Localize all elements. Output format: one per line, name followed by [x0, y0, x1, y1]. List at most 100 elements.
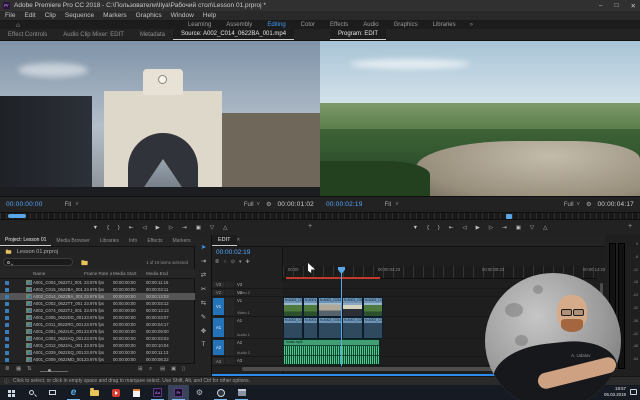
table-row[interactable]: A001_C012_0622AL_00123.976 fps00:00:00:0… [0, 342, 195, 349]
column-frame-rate[interactable]: Frame Rate ∧ [84, 271, 113, 277]
video-clip[interactable]: fx A002_C074 [363, 297, 383, 317]
source-patch-v2[interactable]: V2 [213, 290, 224, 295]
audio-clip[interactable]: fx A002_C014 [318, 317, 342, 339]
maximize-button[interactable]: □ [615, 2, 619, 9]
track-lock-icon[interactable] [225, 290, 234, 295]
source-button-editor-icon[interactable]: + [308, 223, 312, 230]
taskbar-edge-button[interactable]: e [63, 385, 84, 400]
step-back-button[interactable]: ◁ [142, 225, 146, 231]
audio-clip[interactable]: fx A001_C002 [342, 317, 363, 339]
table-row[interactable]: A001_C006_0622DG_00123.976 fps00:00:00:0… [0, 314, 195, 321]
workspace-overflow-icon[interactable]: » [470, 22, 473, 28]
source-patch-a2[interactable]: A2 [213, 340, 224, 355]
source-patch-a3[interactable]: A3 [213, 358, 224, 364]
program-button-editor-icon[interactable]: + [628, 223, 632, 230]
table-row[interactable]: A001_C002_0622TT_00123.976 fps00:00:00:0… [0, 300, 195, 307]
menu-graphics[interactable]: Graphics [136, 12, 162, 19]
workspace-tab-graphics[interactable]: Graphics [394, 22, 418, 28]
automate-to-sequence-icon[interactable]: ⊞ [138, 366, 143, 372]
new-item-icon[interactable]: ▣ [171, 366, 176, 372]
table-row[interactable]: A001_C009_0622MD_00123.976 fps00:00:00:0… [0, 356, 195, 363]
playhead-line[interactable] [341, 273, 342, 366]
table-row[interactable]: A001_C004_0622TJ_00123.976 fps00:00:00:0… [0, 279, 195, 286]
step-forward-button[interactable]: ▷ [489, 225, 493, 231]
table-row[interactable]: A002_C015_0622BA_00123.976 fps00:00:00:0… [0, 286, 195, 293]
column-media-end[interactable]: Media End [146, 271, 168, 276]
export-frame-button[interactable]: ▣ [516, 225, 521, 231]
project-breadcrumb[interactable]: Lesson 01.prproj [4, 249, 58, 255]
menu-markers[interactable]: Markers [103, 12, 126, 19]
taskbar-file-explorer-button[interactable] [84, 385, 105, 400]
add-marker-button[interactable]: ▼ [93, 225, 98, 231]
timeline-tab[interactable]: EDIT [212, 235, 237, 246]
timeline-plus-icon[interactable]: ✚ [246, 259, 250, 265]
source-resolution-select[interactable]: Full [244, 202, 254, 208]
track-lock-icon[interactable] [225, 318, 234, 337]
table-row[interactable]: A002_C074_0622TJ_00123.976 fps00:00:00:0… [0, 307, 195, 314]
panel-tab[interactable]: Effect Controls [0, 29, 55, 40]
razor-tool[interactable]: ✂ [195, 282, 212, 295]
program-zoom-select[interactable]: Fit [385, 202, 392, 208]
program-video[interactable] [320, 41, 640, 196]
track-toggle-v3[interactable]: V3 [237, 282, 242, 287]
minimize-button[interactable]: – [599, 2, 603, 9]
add-marker-icon[interactable]: ▾ [239, 259, 242, 265]
workspace-tab-libraries[interactable]: Libraries [433, 22, 456, 28]
taskbar-obs-button[interactable] [210, 385, 231, 400]
source-scrubber[interactable] [0, 212, 320, 219]
source-patch-v1[interactable]: V1 [213, 298, 224, 315]
linked-selection-icon[interactable]: ⊙ [231, 259, 235, 265]
program-scrubber[interactable] [320, 212, 640, 219]
taskbar-search-button[interactable] [21, 385, 42, 400]
menu-clip[interactable]: Clip [45, 12, 56, 19]
taskbar-notes-app-button[interactable] [126, 385, 147, 400]
source-settings-icon[interactable]: ⚙ [266, 201, 271, 208]
menu-window[interactable]: Window [171, 12, 194, 19]
menu-sequence[interactable]: Sequence [65, 12, 94, 19]
track-header-v3[interactable]: V3V3 [212, 281, 283, 289]
taskbar-mail-app-button[interactable] [231, 385, 252, 400]
home-icon[interactable]: ⌂ [16, 22, 20, 29]
menu-file[interactable]: File [5, 12, 15, 19]
pen-tool[interactable]: ✎ [195, 310, 212, 323]
type-tool[interactable]: T [195, 338, 212, 351]
mark-out-button[interactable]: } [118, 225, 120, 231]
track-header-v1[interactable]: V1V1Video 1 [212, 297, 283, 317]
go-to-in-button[interactable]: ⇤ [129, 225, 134, 231]
source-playhead[interactable] [8, 214, 26, 218]
video-clip[interactable]: fx A001_C002 [342, 297, 363, 317]
taskbar-audition-button[interactable]: Au [147, 385, 168, 400]
audio-clip[interactable]: fx A002_C015 [283, 317, 303, 339]
search-bin-icon[interactable] [80, 260, 88, 266]
snap-icon[interactable]: ∩ [223, 259, 227, 265]
selection-tool[interactable]: ➤ [195, 240, 212, 253]
add-marker-button[interactable]: ▼ [413, 225, 418, 231]
table-row[interactable]: A001_C029_0622SQ_00123.976 fps00:00:00:0… [0, 349, 195, 356]
overwrite-button[interactable]: △ [223, 225, 227, 231]
mark-in-button[interactable]: { [107, 225, 109, 231]
action-center-icon[interactable] [630, 389, 637, 395]
column-media-start[interactable]: Media Start [113, 271, 137, 276]
timeline-settings-icon[interactable]: ≣ [215, 259, 219, 265]
source-zoom-select[interactable]: Fit [65, 202, 72, 208]
video-clip[interactable]: fx A002_C014 [318, 297, 342, 317]
sort-items-icon[interactable]: ⇅ [27, 366, 32, 372]
overwrite-button[interactable]: △ [543, 225, 547, 231]
panel-tab[interactable]: Metadata [132, 29, 173, 40]
video-clip[interactable]: fx A002_C015 [283, 297, 303, 317]
insert-button[interactable]: ▽ [210, 225, 214, 231]
track-header-v2[interactable]: V2V2Video 2 [212, 289, 283, 297]
taskbar-start-button[interactable] [0, 385, 21, 400]
track-lock-icon[interactable] [225, 298, 234, 315]
column-name[interactable]: Name [33, 271, 45, 276]
program-settings-icon[interactable]: ⚙ [586, 201, 591, 208]
go-to-out-button[interactable]: ⇥ [182, 225, 187, 231]
source-patch-a1[interactable]: A1 [213, 318, 224, 337]
project-search-input[interactable] [3, 258, 73, 266]
project-tab[interactable]: Libraries [95, 236, 124, 246]
step-back-button[interactable]: ◁ [462, 225, 466, 231]
video-clip[interactable]: fx A001_C004 [303, 297, 318, 317]
project-tab[interactable]: Info [124, 236, 142, 246]
new-bin-icon[interactable]: ▤ [160, 366, 165, 372]
track-select-tool[interactable]: ⇥ [195, 254, 212, 267]
